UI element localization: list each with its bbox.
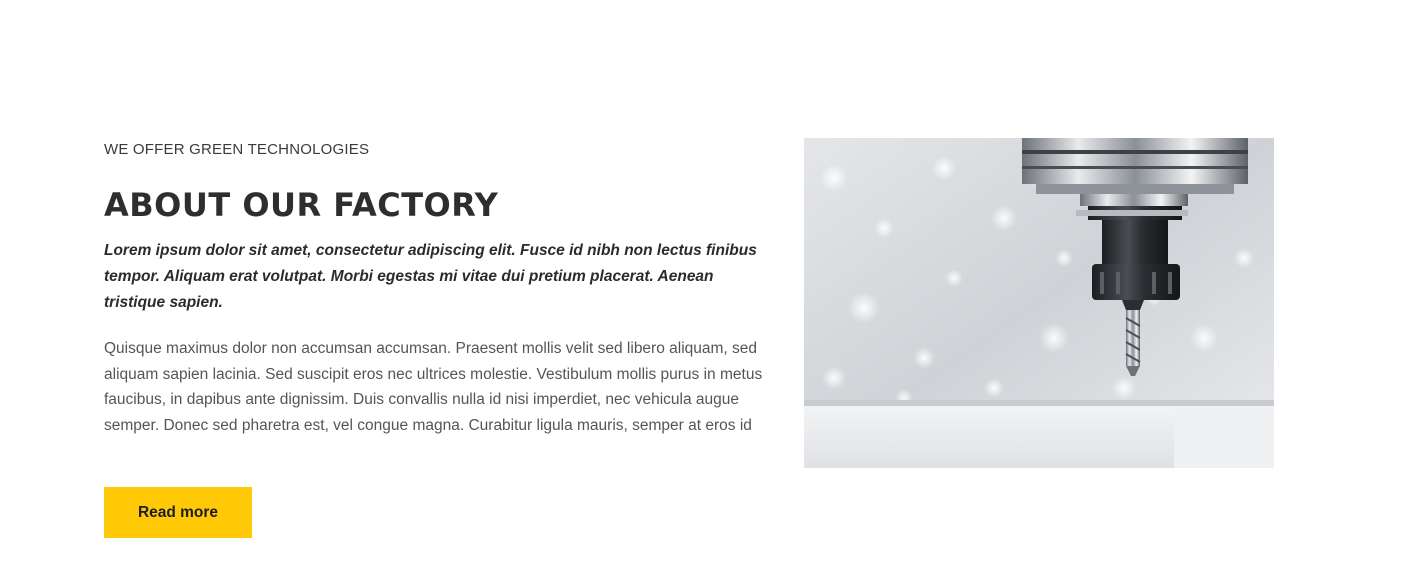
- factory-image: [804, 138, 1274, 468]
- section-eyebrow: WE OFFER GREEN TECHNOLOGIES: [104, 141, 370, 158]
- lead-paragraph: Lorem ipsum dolor sit amet, consectetur …: [104, 242, 757, 311]
- about-section: WE OFFER GREEN TECHNOLOGIES ABOUT OUR FA…: [0, 0, 1421, 567]
- section-title: ABOUT OUR FACTORY: [104, 186, 499, 224]
- about-text-column: WE OFFER GREEN TECHNOLOGIES ABOUT OUR FA…: [104, 140, 780, 438]
- read-more-button[interactable]: Read more: [104, 487, 252, 538]
- body-paragraph: Quisque maximus dolor non accumsan accum…: [104, 340, 763, 434]
- cnc-spindle-illustration: [804, 138, 1274, 468]
